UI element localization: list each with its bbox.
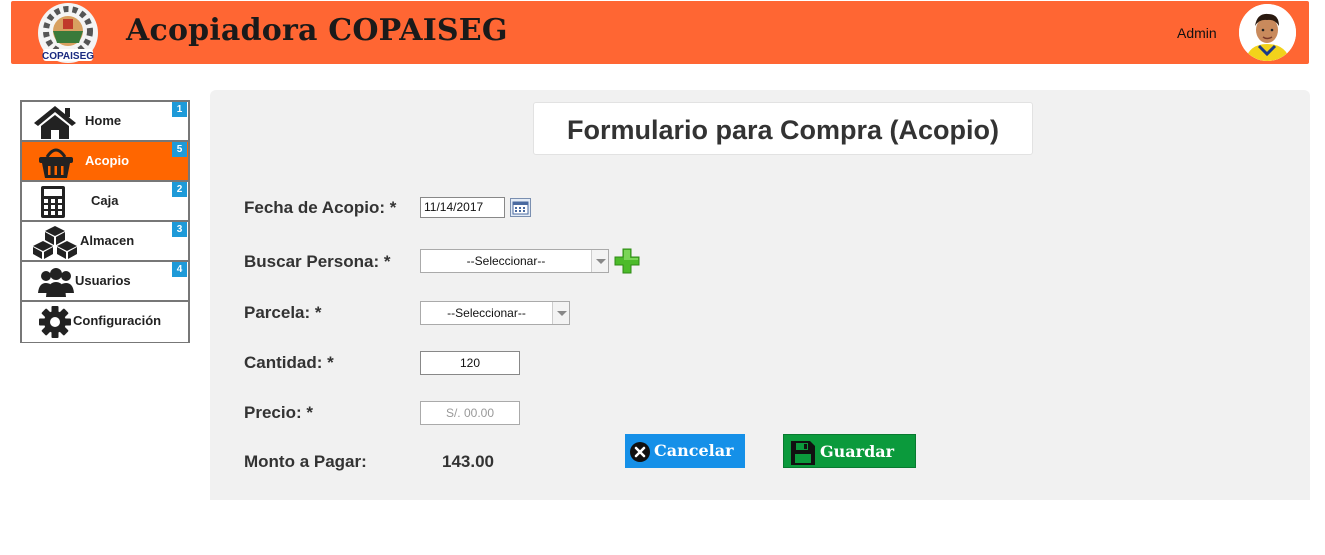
- parcela-label: Parcela: *: [244, 303, 322, 322]
- calendar-icon[interactable]: [510, 198, 531, 217]
- precio-label: Precio: *: [244, 403, 313, 422]
- monto-value: 143.00: [442, 452, 494, 471]
- copaiseg-logo: COPAISEG: [35, 1, 101, 64]
- sidebar-item-label: Home: [85, 113, 122, 128]
- form-title-box: Formulario para Compra (Acopio): [533, 102, 1033, 155]
- fecha-label: Fecha de Acopio: *: [244, 198, 397, 217]
- cancel-button[interactable]: Cancelar: [625, 434, 745, 468]
- save-button[interactable]: Guardar: [783, 434, 916, 468]
- notification-badge: 4: [172, 262, 187, 277]
- app-title: Acopiadora COPAISEG: [126, 13, 508, 48]
- notification-badge: 5: [172, 142, 187, 157]
- add-person-icon[interactable]: [614, 248, 640, 274]
- persona-label: Buscar Persona: *: [244, 252, 391, 271]
- sidebar-item-home[interactable]: Home 1: [22, 102, 188, 142]
- notification-badge: 2: [172, 182, 187, 197]
- precio-input[interactable]: S/. 00.00: [420, 401, 520, 425]
- close-icon: [629, 441, 651, 463]
- chevron-down-icon: [591, 250, 608, 272]
- persona-select-value: --Seleccionar--: [466, 254, 546, 268]
- user-name-label[interactable]: Admin: [1177, 25, 1217, 41]
- sidebar-item-almacen[interactable]: Almacen 3: [22, 222, 188, 262]
- notification-badge: 1: [172, 102, 187, 117]
- cantidad-input[interactable]: 120: [420, 351, 520, 375]
- main-panel: Formulario para Compra (Acopio) Fecha de…: [210, 90, 1310, 500]
- svg-text:COPAISEG: COPAISEG: [42, 51, 94, 62]
- persona-select[interactable]: --Seleccionar--: [420, 249, 609, 273]
- monto-label: Monto a Pagar:: [244, 452, 367, 471]
- home-icon: [32, 105, 78, 139]
- form-title: Formulario para Compra (Acopio): [566, 115, 1000, 145]
- save-button-label: Guardar: [820, 442, 895, 461]
- sidebar-item-usuarios[interactable]: Usuarios 4: [22, 262, 188, 302]
- fecha-input[interactable]: 11/14/2017: [420, 197, 505, 218]
- boxes-icon: [31, 225, 77, 259]
- sidebar-item-configuracion[interactable]: Configuración: [22, 302, 188, 342]
- chevron-down-icon: [552, 302, 569, 324]
- sidebar-item-label: Usuarios: [75, 273, 131, 288]
- cancel-button-label: Cancelar: [654, 441, 734, 460]
- sidebar-item-acopio[interactable]: Acopio 5: [22, 142, 188, 182]
- top-header: COPAISEG Acopiadora COPAISEG Admin: [11, 1, 1309, 64]
- sidebar-item-label: Configuración: [73, 313, 162, 328]
- calculator-icon: [40, 185, 86, 219]
- sidebar-item-caja[interactable]: Caja 2: [22, 182, 188, 222]
- sidebar-item-label: Caja: [91, 193, 119, 208]
- sidebar-item-label: Almacen: [80, 233, 135, 248]
- user-avatar[interactable]: [1239, 4, 1296, 61]
- sidebar-menu: Home 1 Acopio 5 Caja 2 Almacen 3 Usuario…: [20, 100, 190, 343]
- floppy-disk-icon: [790, 440, 816, 466]
- sidebar-item-label: Acopio: [85, 153, 130, 168]
- notification-badge: 3: [172, 222, 187, 237]
- basket-icon: [38, 145, 84, 179]
- parcela-select[interactable]: --Seleccionar--: [420, 301, 570, 325]
- cantidad-label: Cantidad: *: [244, 353, 334, 372]
- parcela-select-value: --Seleccionar--: [447, 306, 526, 320]
